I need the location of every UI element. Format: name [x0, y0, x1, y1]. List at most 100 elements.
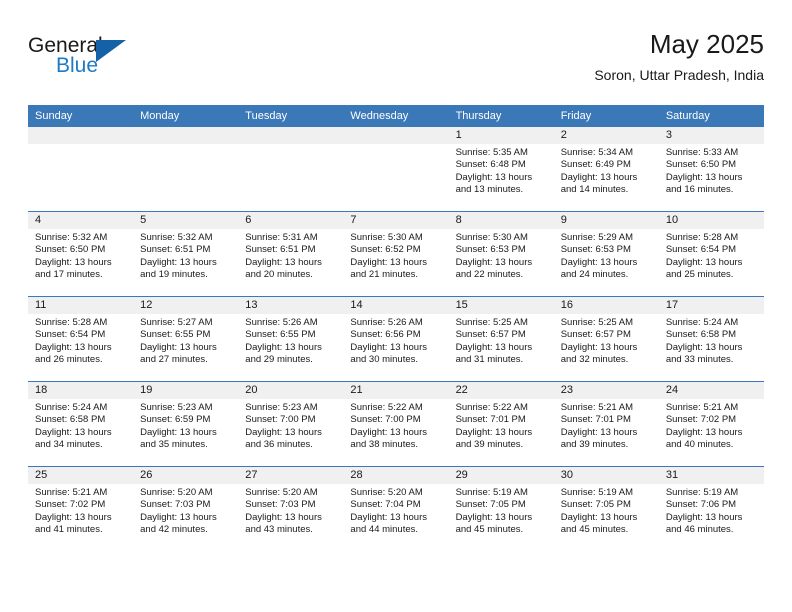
sunrise-time: Sunrise: 5:21 AM [35, 487, 108, 498]
calendar-day-cell[interactable]: 27 Sunrise: 5:20 AM Sunset: 7:03 PM Dayligh… [238, 466, 344, 551]
daylight-duration-line-1: Daylight: 13 hours [560, 426, 638, 438]
day-content: 13 Sunrise: 5:26 AM Sunset: 6:55 PM Dayligh… [238, 297, 344, 381]
day-details: Sunrise: 5:26 AM Sunset: 6:55 PM Daylight:… [238, 314, 343, 367]
sunset-time: Sunset: 6:54 PM [665, 244, 737, 256]
day-content: 23 Sunrise: 5:21 AM Sunset: 7:01 PM Dayligh… [553, 382, 659, 466]
weekday-header-sunday: Sunday [28, 105, 134, 127]
calendar-page: General Blue May 2025 Soron, Uttar Prade… [0, 0, 792, 612]
day-number: 9 [553, 212, 659, 229]
daylight-duration-line-2: and 27 minutes. [140, 354, 208, 366]
calendar-body: 1 Sunrise: 5:35 AM Sunset: 6:48 PM Daylight… [28, 127, 764, 551]
weekday-header-saturday: Saturday [658, 105, 764, 127]
daylight-duration-line-1: Daylight: 13 hours [455, 426, 533, 438]
day-details: Sunrise: 5:26 AM Sunset: 6:56 PM Daylight:… [343, 314, 448, 367]
daylight-duration-line-2: and 19 minutes. [140, 269, 208, 281]
daylight-duration-line-2: and 32 minutes. [560, 354, 629, 366]
day-number: 23 [553, 382, 659, 399]
sunset-time: Sunset: 7:05 PM [455, 499, 526, 511]
calendar-day-cell[interactable]: 29 Sunrise: 5:19 AM Sunset: 7:05 PM Dayligh… [448, 466, 554, 551]
day-number: 18 [28, 382, 134, 399]
day-number: 5 [133, 212, 239, 229]
day-details: Sunrise: 5:21 AM Sunset: 7:02 PM Daylight:… [28, 484, 133, 537]
calendar-day-cell[interactable]: 11 Sunrise: 5:28 AM Sunset: 6:54 PM Dayligh… [28, 296, 134, 382]
calendar-day-cell[interactable]: 28 Sunrise: 5:20 AM Sunset: 7:04 PM Dayligh… [343, 466, 449, 551]
day-details: Sunrise: 5:21 AM Sunset: 7:01 PM Daylight:… [554, 399, 659, 452]
calendar-day-cell[interactable]: 24 Sunrise: 5:21 AM Sunset: 7:02 PM Dayligh… [658, 381, 764, 467]
day-details: Sunrise: 5:22 AM Sunset: 7:01 PM Daylight:… [449, 399, 554, 452]
calendar-day-cell[interactable]: 25 Sunrise: 5:21 AM Sunset: 7:02 PM Dayligh… [28, 466, 134, 551]
calendar-day-cell[interactable]: 22 Sunrise: 5:22 AM Sunset: 7:01 PM Dayligh… [448, 381, 554, 467]
calendar-day-cell[interactable]: 14 Sunrise: 5:26 AM Sunset: 6:56 PM Dayligh… [343, 296, 449, 382]
calendar-day-cell[interactable]: 18 Sunrise: 5:24 AM Sunset: 6:58 PM Dayligh… [28, 381, 134, 467]
calendar-day-cell[interactable]: 21 Sunrise: 5:22 AM Sunset: 7:00 PM Dayligh… [343, 381, 449, 467]
calendar-day-cell[interactable]: 7 Sunrise: 5:30 AM Sunset: 6:52 PM Daylight… [343, 211, 449, 297]
calendar-day-cell[interactable]: 17 Sunrise: 5:24 AM Sunset: 6:58 PM Dayligh… [658, 296, 764, 382]
daylight-duration-line-2: and 35 minutes. [140, 439, 208, 451]
sunrise-time: Sunrise: 5:19 AM [455, 487, 528, 498]
day-number: 14 [343, 297, 449, 314]
sunrise-time: Sunrise: 5:31 AM [245, 232, 318, 243]
daylight-duration-line-2: and 45 minutes. [455, 524, 524, 536]
calendar-week-row: 1 Sunrise: 5:35 AM Sunset: 6:48 PM Daylight… [28, 127, 764, 212]
calendar-day-cell[interactable]: 26 Sunrise: 5:20 AM Sunset: 7:03 PM Dayligh… [133, 466, 239, 551]
day-number: 22 [448, 382, 554, 399]
sunrise-time: Sunrise: 5:32 AM [35, 232, 108, 243]
calendar-day-cell[interactable]: 15 Sunrise: 5:25 AM Sunset: 6:57 PM Dayligh… [448, 296, 554, 382]
sunset-time: Sunset: 6:48 PM [455, 159, 526, 171]
day-details: Sunrise: 5:19 AM Sunset: 7:05 PM Daylight:… [554, 484, 659, 537]
daylight-duration-line-1: Daylight: 13 hours [665, 256, 743, 268]
sunrise-time: Sunrise: 5:19 AM [560, 487, 634, 498]
sunrise-time: Sunrise: 5:30 AM [455, 232, 528, 243]
day-number: 25 [28, 467, 134, 484]
calendar-day-cell[interactable]: 19 Sunrise: 5:23 AM Sunset: 6:59 PM Dayligh… [133, 381, 239, 467]
calendar-day-cell[interactable]: 6 Sunrise: 5:31 AM Sunset: 6:51 PM Daylight… [238, 211, 344, 297]
day-content: 30 Sunrise: 5:19 AM Sunset: 7:05 PM Dayligh… [553, 467, 659, 551]
general-blue-logo[interactable]: General Blue [28, 34, 148, 82]
day-details: Sunrise: 5:24 AM Sunset: 6:58 PM Daylight:… [659, 314, 764, 367]
day-details: Sunrise: 5:32 AM Sunset: 6:50 PM Daylight:… [28, 229, 133, 282]
sunset-time: Sunset: 6:55 PM [140, 329, 211, 341]
day-details: Sunrise: 5:28 AM Sunset: 6:54 PM Daylight:… [659, 229, 764, 282]
calendar-day-cell[interactable]: 10 Sunrise: 5:28 AM Sunset: 6:54 PM Dayligh… [658, 211, 764, 297]
calendar-day-cell[interactable]: 20 Sunrise: 5:23 AM Sunset: 7:00 PM Dayligh… [238, 381, 344, 467]
daylight-duration-line-1: Daylight: 13 hours [245, 341, 322, 353]
daylight-duration-line-2: and 36 minutes. [245, 439, 313, 451]
day-content: 25 Sunrise: 5:21 AM Sunset: 7:02 PM Dayligh… [28, 467, 134, 551]
calendar-day-cell[interactable]: 16 Sunrise: 5:25 AM Sunset: 6:57 PM Dayligh… [553, 296, 659, 382]
daylight-duration-line-2: and 29 minutes. [245, 354, 313, 366]
daylight-duration-line-1: Daylight: 13 hours [560, 341, 638, 353]
calendar-day-cell[interactable]: 9 Sunrise: 5:29 AM Sunset: 6:53 PM Daylight… [553, 211, 659, 297]
sunrise-time: Sunrise: 5:20 AM [140, 487, 213, 498]
daylight-duration-line-1: Daylight: 13 hours [350, 511, 427, 523]
day-content: 2 Sunrise: 5:34 AM Sunset: 6:49 PM Daylight… [553, 127, 659, 211]
calendar-day-cell[interactable]: 2 Sunrise: 5:34 AM Sunset: 6:49 PM Daylight… [553, 127, 659, 212]
day-content: 9 Sunrise: 5:29 AM Sunset: 6:53 PM Daylight… [553, 212, 659, 296]
sunset-time: Sunset: 6:53 PM [560, 244, 631, 256]
weekday-header-friday: Friday [553, 105, 659, 127]
calendar-day-cell[interactable]: 30 Sunrise: 5:19 AM Sunset: 7:05 PM Dayligh… [553, 466, 659, 551]
daylight-duration-line-1: Daylight: 13 hours [455, 511, 533, 523]
logo-text-blue: Blue [56, 54, 99, 77]
sunset-time: Sunset: 7:05 PM [560, 499, 631, 511]
day-number: 2 [553, 127, 659, 144]
weekday-header-tuesday: Tuesday [238, 105, 344, 127]
empty-day [133, 127, 239, 211]
day-details: Sunrise: 5:30 AM Sunset: 6:52 PM Daylight:… [343, 229, 448, 282]
calendar-day-cell[interactable]: 3 Sunrise: 5:33 AM Sunset: 6:50 PM Daylight… [658, 127, 764, 212]
day-number: 24 [658, 382, 764, 399]
daylight-duration-line-2: and 39 minutes. [560, 439, 629, 451]
calendar-day-cell[interactable]: 1 Sunrise: 5:35 AM Sunset: 6:48 PM Daylight… [448, 127, 554, 212]
sunset-time: Sunset: 6:50 PM [665, 159, 737, 171]
empty-day [343, 127, 449, 211]
calendar-day-cell[interactable]: 4 Sunrise: 5:32 AM Sunset: 6:50 PM Daylight… [28, 211, 134, 297]
calendar-day-cell[interactable]: 13 Sunrise: 5:26 AM Sunset: 6:55 PM Dayligh… [238, 296, 344, 382]
sunset-time: Sunset: 6:50 PM [35, 244, 106, 256]
sunrise-time: Sunrise: 5:35 AM [455, 147, 528, 158]
calendar-day-cell[interactable]: 31 Sunrise: 5:19 AM Sunset: 7:06 PM Dayligh… [658, 466, 764, 551]
sunrise-time: Sunrise: 5:25 AM [560, 317, 634, 328]
calendar-day-cell[interactable]: 23 Sunrise: 5:21 AM Sunset: 7:01 PM Dayligh… [553, 381, 659, 467]
calendar-day-cell[interactable]: 12 Sunrise: 5:27 AM Sunset: 6:55 PM Dayligh… [133, 296, 239, 382]
calendar-day-cell[interactable]: 8 Sunrise: 5:30 AM Sunset: 6:53 PM Daylight… [448, 211, 554, 297]
calendar-day-cell[interactable]: 5 Sunrise: 5:32 AM Sunset: 6:51 PM Daylight… [133, 211, 239, 297]
daylight-duration-line-1: Daylight: 13 hours [35, 256, 112, 268]
